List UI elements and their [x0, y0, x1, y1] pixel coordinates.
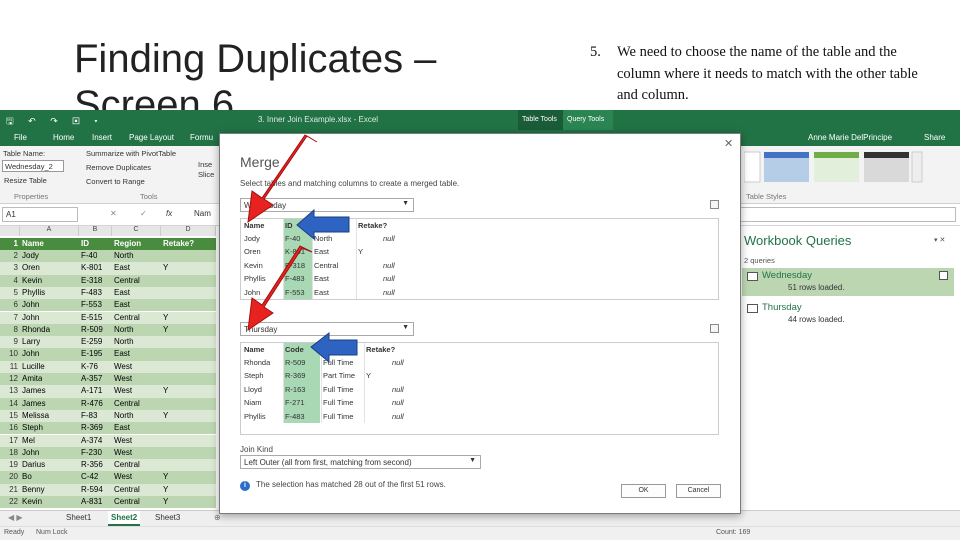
red-arrow-2: [247, 245, 313, 332]
annotation-arrows: [247, 134, 358, 364]
blue-arrow-1: [296, 208, 350, 241]
blue-arrow-2: [310, 331, 358, 364]
red-arrow-1: [247, 134, 318, 224]
